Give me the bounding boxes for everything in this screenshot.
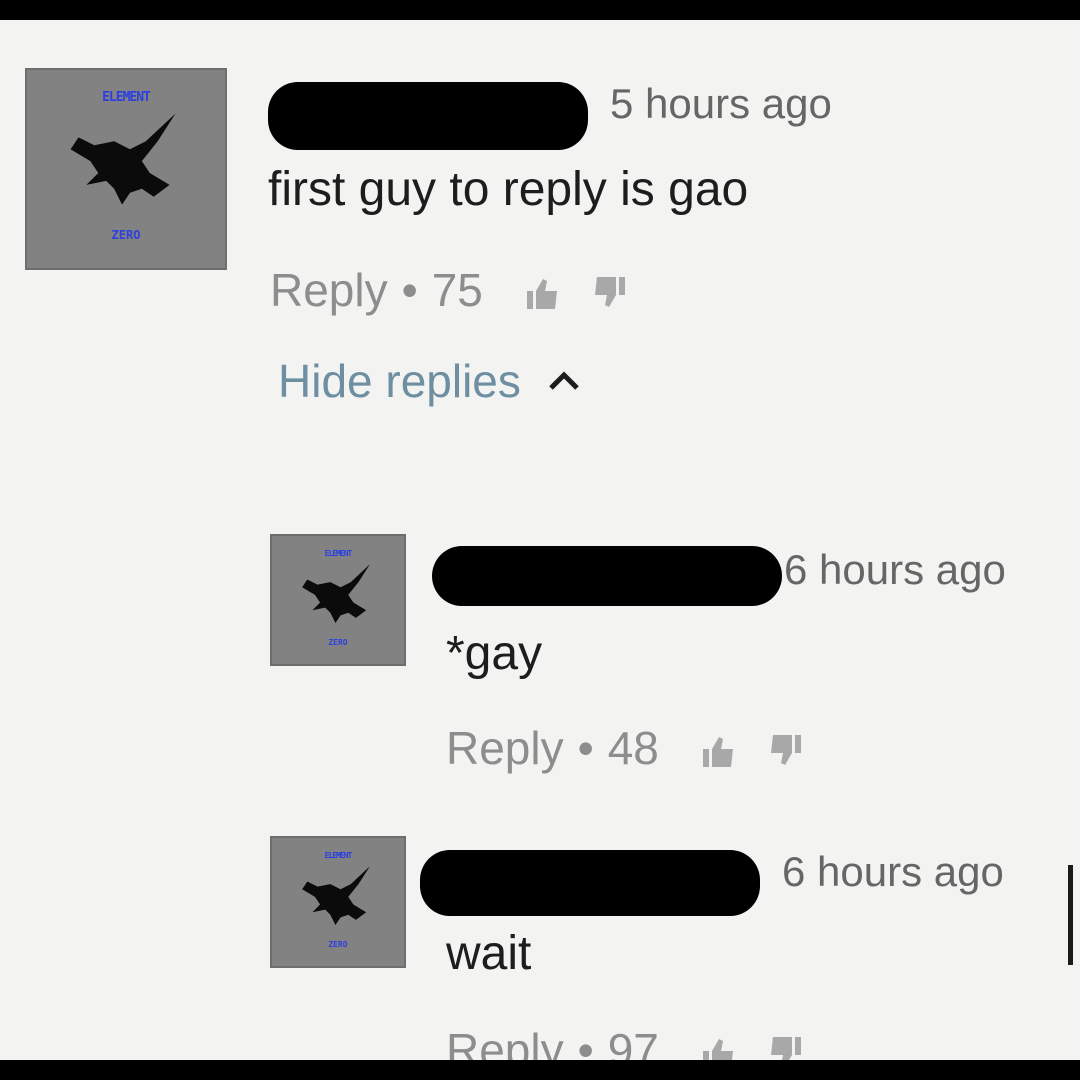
comment-text: first guy to reply is gao <box>268 163 749 216</box>
scrollbar[interactable] <box>1068 865 1073 965</box>
comment-timestamp: 6 hours ago <box>782 848 1004 895</box>
comment-timestamp: 5 hours ago <box>610 80 832 127</box>
thumbs-down-icon[interactable] <box>765 1030 805 1060</box>
comment-top-level: ELEMENT ZERO 5 hours ago first guy to re… <box>0 20 1080 320</box>
avatar[interactable]: ELEMENT ZERO <box>25 68 227 270</box>
redacted-username <box>432 546 782 606</box>
avatar-bottom-text: ZERO <box>111 228 141 243</box>
comment-timestamp: 6 hours ago <box>784 546 1006 593</box>
separator-dot: • <box>577 1024 594 1060</box>
separator-dot: • <box>401 264 418 316</box>
thumbs-down-icon[interactable] <box>589 270 629 310</box>
reply-comment: ELEMENT ZERO 6 hours ago *gay Reply • 48 <box>0 520 1080 820</box>
like-count: 97 <box>607 1024 659 1060</box>
avatar-bottom-text: ZERO <box>328 940 348 950</box>
comments-screen: ELEMENT ZERO 5 hours ago first guy to re… <box>0 20 1080 1060</box>
comment-text: wait <box>446 927 532 980</box>
reply-button[interactable]: Reply <box>446 721 564 775</box>
reply-comment: ELEMENT ZERO 6 hours ago wait Reply • 97 <box>0 820 1080 1060</box>
comment-actions: Reply • 75 <box>270 260 629 320</box>
hide-replies-label: Hide replies <box>278 355 521 407</box>
comment-actions: Reply • 48 <box>446 718 805 778</box>
reply-button[interactable]: Reply <box>446 1023 564 1060</box>
comment-actions: Reply • 97 <box>446 1020 805 1060</box>
thumbs-up-icon[interactable] <box>523 270 563 310</box>
like-count: 75 <box>431 264 483 316</box>
separator-dot: • <box>577 722 594 774</box>
comment-text: *gay <box>446 627 543 680</box>
thumbs-up-icon[interactable] <box>699 728 739 768</box>
reply-button[interactable]: Reply <box>270 263 388 317</box>
thumbs-up-icon[interactable] <box>699 1030 739 1060</box>
avatar[interactable]: ELEMENT ZERO <box>270 534 406 666</box>
redacted-username <box>268 82 588 150</box>
hide-replies-button[interactable]: Hide replies <box>278 354 581 408</box>
avatar[interactable]: ELEMENT ZERO <box>270 836 406 968</box>
redacted-username <box>420 850 760 916</box>
chevron-up-icon <box>549 371 579 390</box>
like-count: 48 <box>607 722 659 774</box>
thumbs-down-icon[interactable] <box>765 728 805 768</box>
avatar-bottom-text: ZERO <box>328 638 348 648</box>
